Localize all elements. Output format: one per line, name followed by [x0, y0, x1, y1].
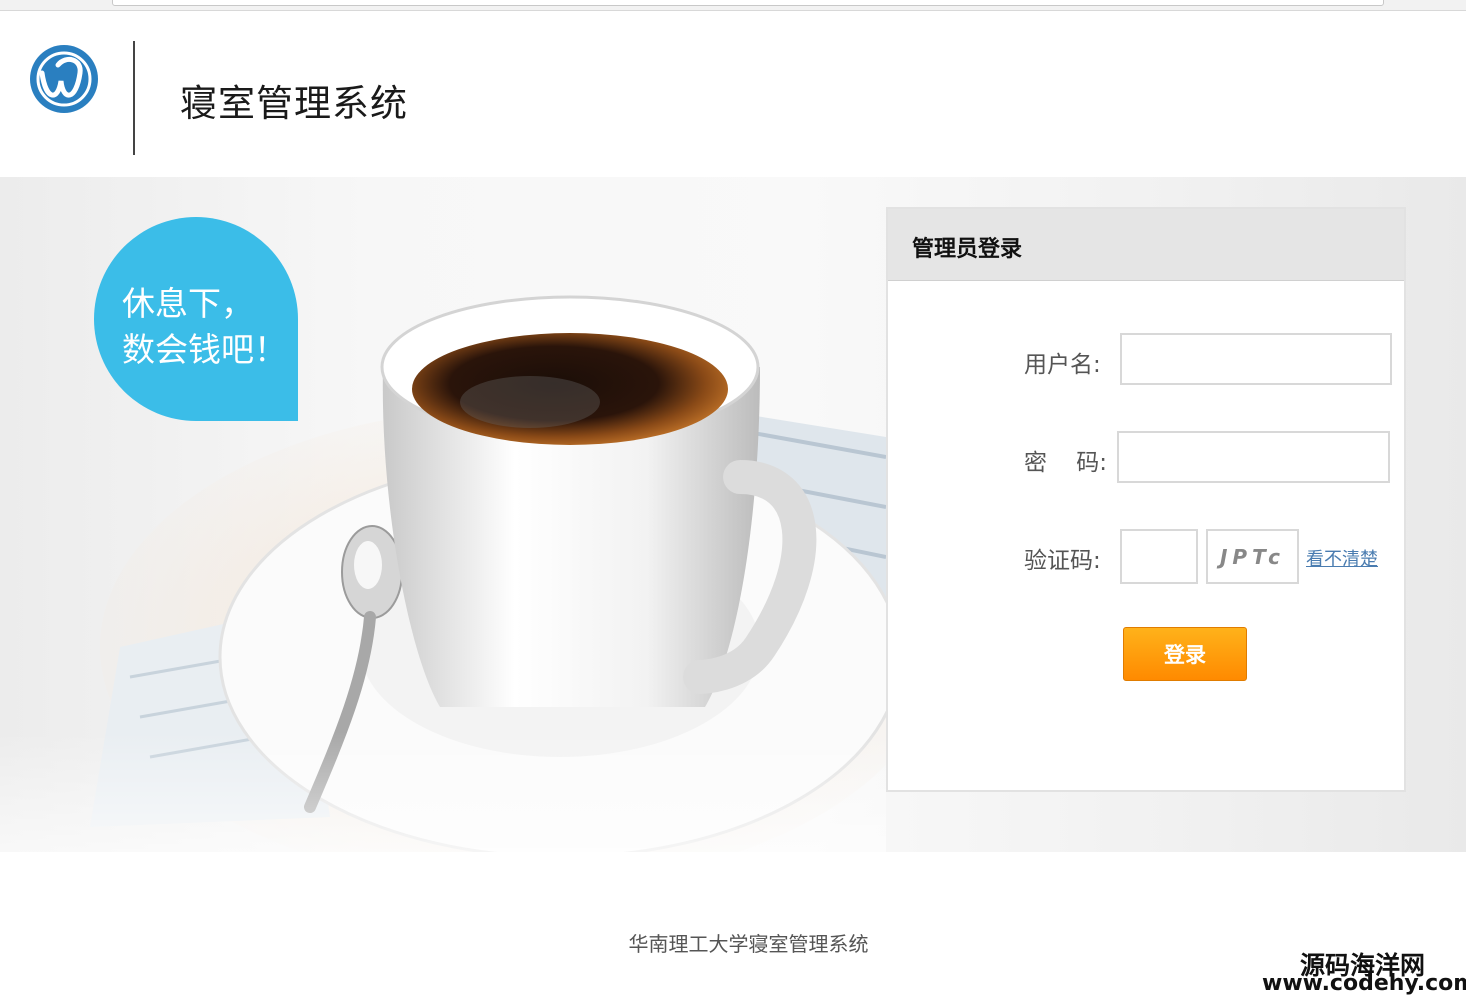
- bubble-text-line2: 数会钱吧！: [122, 330, 287, 369]
- password-input[interactable]: [1117, 431, 1390, 483]
- captcha-image[interactable]: JPTc: [1206, 529, 1299, 584]
- captcha-input[interactable]: [1120, 529, 1198, 584]
- coffee-cup-photo: 休息下， 数会钱吧！: [0, 217, 886, 852]
- login-title: 管理员登录: [912, 237, 1023, 262]
- username-label: 用户名:: [1024, 352, 1101, 378]
- password-label: 密 码:: [1024, 450, 1107, 476]
- footer-text: 华南理工大学寝室管理系统: [628, 932, 869, 956]
- login-panel: 管理员登录 用户名: 密 码: 验证码: JPTc 看不清楚 登录: [886, 207, 1406, 792]
- username-input[interactable]: [1120, 333, 1392, 385]
- browser-toolbar: [0, 0, 1466, 11]
- bubble-text-line1: 休息下，: [122, 284, 254, 323]
- watermark-url: www.codehy.com: [1262, 971, 1466, 996]
- header-divider: [133, 41, 135, 155]
- login-panel-header: 管理员登录: [888, 209, 1404, 281]
- site-title: 寝室管理系统: [180, 82, 408, 125]
- address-bar[interactable]: [112, 0, 1384, 6]
- captcha-refresh-link[interactable]: 看不清楚: [1306, 545, 1378, 571]
- w-circle-logo-icon: [30, 45, 98, 113]
- site-header: 寝室管理系统: [0, 11, 1466, 177]
- site-footer: 华南理工大学寝室管理系统 源码海洋网 www.codehy.com: [0, 852, 1466, 1002]
- login-button[interactable]: 登录: [1123, 627, 1247, 681]
- captcha-label: 验证码:: [1024, 548, 1101, 574]
